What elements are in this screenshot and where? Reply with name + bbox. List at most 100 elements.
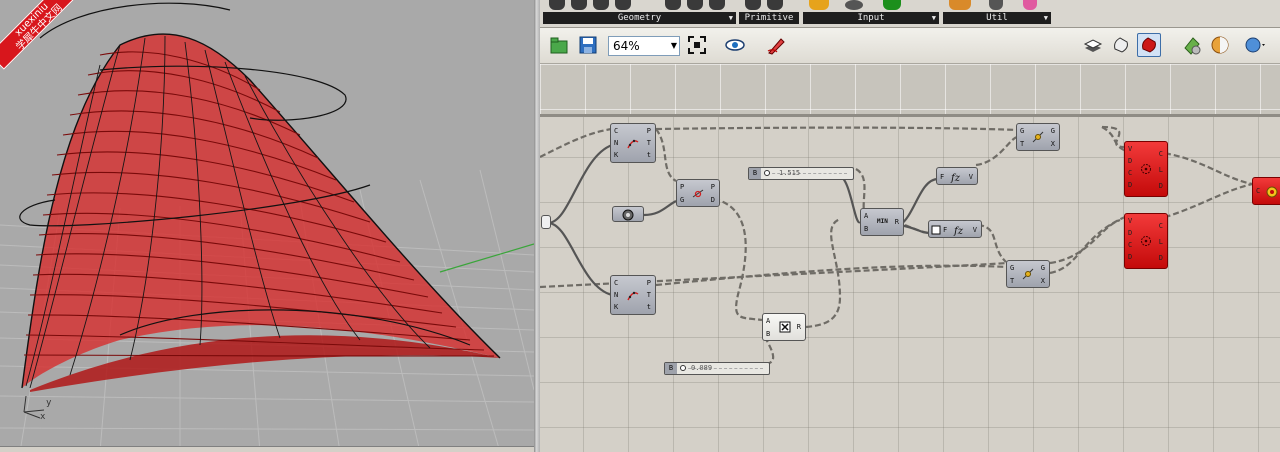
port-out[interactable]: L — [1159, 238, 1163, 246]
curve-param[interactable] — [541, 215, 551, 229]
bake-icon[interactable] — [1181, 34, 1203, 56]
port-out[interactable]: P — [711, 183, 715, 191]
port-in[interactable]: C — [1256, 187, 1260, 195]
plane-component[interactable]: P G P D — [676, 179, 720, 207]
port-out[interactable]: D — [1159, 182, 1163, 190]
grasshopper-canvas[interactable]: C N K P T t C N K P T t P G P D B 1.515 … — [540, 64, 1280, 452]
geometry-param-icon[interactable] — [549, 0, 565, 10]
port-out[interactable]: L — [1159, 166, 1163, 174]
unresolved-component-bottom[interactable]: V D C D C L D — [1124, 213, 1168, 269]
port-in[interactable]: N — [614, 139, 618, 147]
port-in[interactable]: F — [943, 226, 947, 234]
port-out[interactable]: D — [711, 196, 715, 204]
port-out[interactable]: T — [647, 291, 651, 299]
graft-component-top[interactable]: G T G X — [1016, 123, 1060, 151]
zoom-extents-icon[interactable] — [686, 34, 708, 56]
button-param-icon[interactable] — [883, 0, 901, 10]
port-out[interactable]: V — [969, 173, 973, 181]
preview-eye-icon[interactable] — [724, 34, 746, 56]
port-out[interactable]: C — [1159, 222, 1163, 230]
port-out[interactable]: T — [647, 139, 651, 147]
util-param-icon[interactable] — [989, 0, 1003, 10]
save-file-icon[interactable] — [577, 34, 599, 56]
slider-knob[interactable] — [764, 170, 770, 176]
geometry-param-icon[interactable] — [615, 0, 631, 10]
number-slider-1[interactable]: B 1.515 — [748, 167, 854, 180]
divide-curve-component-top[interactable]: C N K P T t — [610, 123, 656, 163]
unresolved-component-top[interactable]: V D C D C L D — [1124, 141, 1168, 197]
geometry-param-node[interactable] — [612, 206, 644, 222]
port-out[interactable]: G — [1041, 264, 1045, 272]
multiplication-component[interactable]: A B R — [762, 313, 806, 341]
port-in[interactable]: D — [1128, 229, 1132, 237]
port-out[interactable]: C — [1159, 150, 1163, 158]
port-in[interactable]: T — [1020, 140, 1024, 148]
slider-knob[interactable] — [680, 365, 686, 371]
port-in[interactable]: P — [680, 183, 684, 191]
divide-curve-component-bottom[interactable]: C N K P T t — [610, 275, 656, 315]
function-component-bottom[interactable]: F V fz — [928, 220, 982, 238]
port-out[interactable]: D — [1159, 254, 1163, 262]
port-out[interactable]: X — [1051, 140, 1055, 148]
port-in[interactable]: C — [1128, 169, 1132, 177]
port-out[interactable]: t — [647, 303, 651, 311]
display-mode-icon[interactable] — [1243, 34, 1265, 56]
port-in[interactable]: C — [614, 279, 618, 287]
port-out[interactable]: R — [895, 218, 899, 226]
port-in[interactable]: K — [614, 151, 618, 159]
port-in[interactable]: G — [680, 196, 684, 204]
preview-wireframe-icon[interactable] — [1082, 34, 1104, 56]
port-in[interactable]: F — [940, 173, 944, 181]
port-out[interactable]: P — [647, 279, 651, 287]
geometry-param-icon[interactable] — [593, 0, 609, 10]
port-in[interactable]: B — [864, 225, 868, 233]
port-in[interactable]: D — [1128, 253, 1132, 261]
port-in[interactable]: D — [1128, 181, 1132, 189]
render-material-icon[interactable] — [1209, 34, 1231, 56]
port-in[interactable]: T — [1010, 277, 1014, 285]
ribbon-group-primitive[interactable]: Primitive — [739, 0, 799, 25]
ribbon-group-geometry[interactable]: Geometry ▼ — [543, 0, 736, 25]
port-out[interactable]: t — [647, 151, 651, 159]
geometry-param-icon[interactable] — [709, 0, 725, 10]
number-slider-2[interactable]: B 0.089 — [664, 362, 770, 375]
port-in[interactable]: A — [864, 212, 868, 220]
minimum-component[interactable]: A B R MIN — [860, 208, 904, 236]
function-component-top[interactable]: F V fz — [936, 167, 978, 185]
port-out[interactable]: R — [797, 323, 801, 331]
port-out[interactable]: P — [647, 127, 651, 135]
port-out[interactable]: G — [1051, 127, 1055, 135]
ribbon-group-util[interactable]: Util ▼ — [943, 0, 1051, 25]
port-in[interactable]: G — [1010, 264, 1014, 272]
canvas-definition-area[interactable]: C N K P T t C N K P T t P G P D B 1.515 … — [540, 117, 1280, 452]
ribbon-group-input[interactable]: Input ▼ — [803, 0, 939, 25]
util-param-icon[interactable] — [1023, 0, 1037, 10]
rhino-viewport[interactable]: xuexiniu 学犀牛中文网 y x — [0, 0, 534, 452]
port-in[interactable]: C — [1128, 241, 1132, 249]
dial-param-icon[interactable] — [845, 0, 863, 10]
zoom-level-select[interactable]: 64% ▼ — [608, 36, 680, 56]
unresolved-component-right[interactable]: C — [1252, 177, 1280, 205]
port-in[interactable]: G — [1020, 127, 1024, 135]
port-in[interactable]: V — [1128, 145, 1132, 153]
port-in[interactable]: C — [614, 127, 618, 135]
preview-shaded-icon[interactable] — [1110, 34, 1132, 56]
viewport-tabs[interactable] — [0, 446, 534, 452]
port-in[interactable]: V — [1128, 217, 1132, 225]
util-param-icon[interactable] — [949, 0, 971, 10]
sketch-pen-icon[interactable] — [765, 34, 787, 56]
graft-component-bottom[interactable]: G T G X — [1006, 260, 1050, 288]
geometry-param-icon[interactable] — [665, 0, 681, 10]
port-in[interactable]: N — [614, 291, 618, 299]
primitive-param-icon[interactable] — [767, 0, 783, 10]
primitive-param-icon[interactable] — [745, 0, 761, 10]
port-in[interactable]: A — [766, 317, 770, 325]
geometry-param-icon[interactable] — [571, 0, 587, 10]
port-in[interactable]: K — [614, 303, 618, 311]
port-in[interactable]: B — [766, 330, 770, 338]
port-out[interactable]: X — [1041, 277, 1045, 285]
geometry-param-icon[interactable] — [687, 0, 703, 10]
port-in[interactable]: D — [1128, 157, 1132, 165]
preview-selected-icon[interactable] — [1137, 33, 1161, 57]
open-file-icon[interactable] — [548, 34, 570, 56]
